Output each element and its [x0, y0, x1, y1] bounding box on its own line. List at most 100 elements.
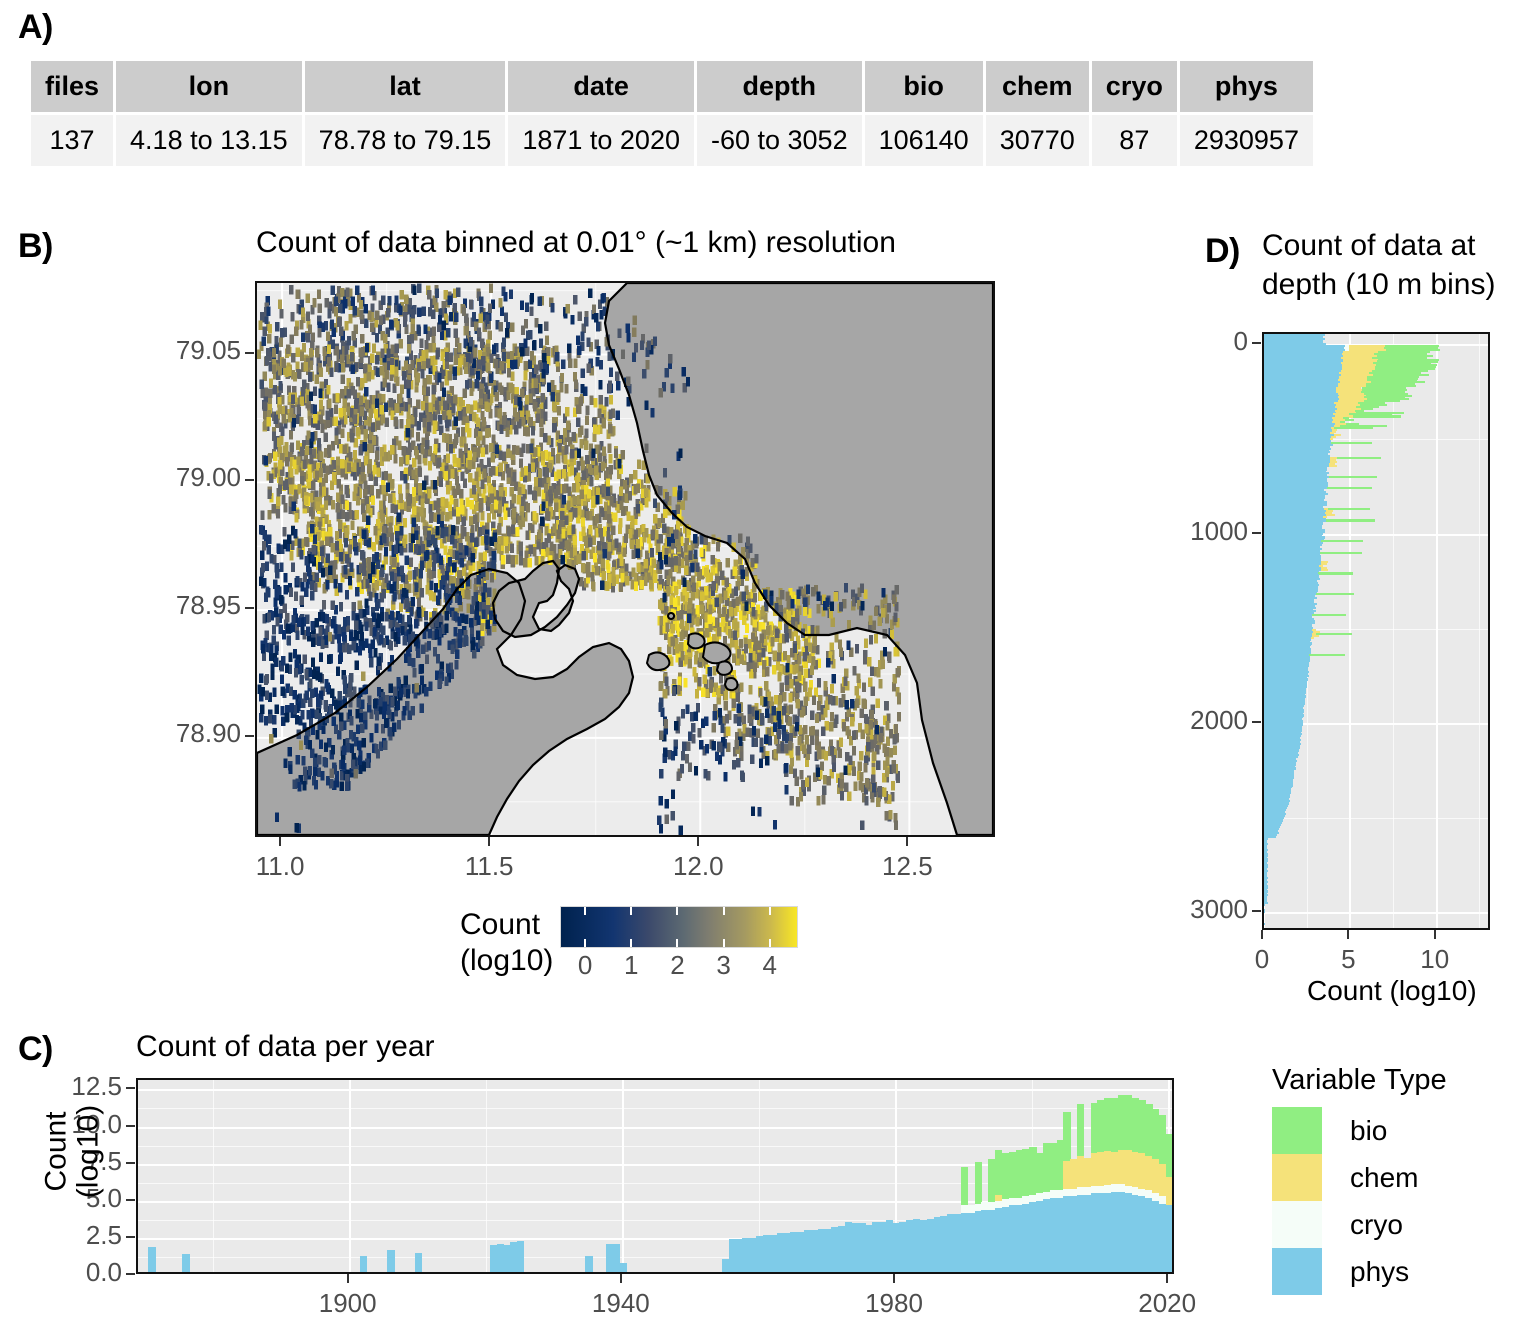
year-ytick	[126, 1124, 135, 1127]
legend-item-chem[interactable]: chem	[1272, 1154, 1447, 1201]
table-header-lon: lon	[116, 61, 302, 112]
year-xtick	[1166, 1274, 1169, 1283]
depth-plot-area	[1262, 332, 1490, 930]
panel-label-d: D)	[1205, 232, 1240, 270]
depth-grid-h	[1264, 912, 1488, 915]
depth-bar-bio	[1321, 540, 1363, 543]
year-bar-chem	[1165, 1176, 1172, 1206]
map-xtick-label-0: 11.0	[255, 851, 305, 881]
depth-ytick-label-2: 2000	[1190, 704, 1248, 735]
year-grid-v	[348, 1080, 351, 1272]
legend-swatch-cryo	[1272, 1201, 1322, 1248]
depth-bar-bio	[1325, 519, 1375, 522]
map-ytick	[245, 734, 254, 737]
depth-bar-bio	[1330, 441, 1372, 444]
map-title: Count of data binned at 0.01° (~1 km) re…	[256, 226, 896, 259]
year-bar-bio	[974, 1162, 982, 1204]
map-ytick-label-2: 79.00	[175, 462, 241, 493]
map-ytick	[245, 479, 254, 482]
depth-xtick	[1347, 930, 1350, 939]
table-cell-lon: 4.18 to 13.15	[116, 115, 302, 166]
colorbar-tick	[676, 939, 679, 947]
colorbar-tick	[722, 939, 725, 947]
depth-grid-v-minor	[1479, 334, 1481, 928]
depth-bar-bio	[1352, 415, 1401, 418]
colorbar-tick	[722, 907, 725, 915]
year-bar-phys	[585, 1255, 593, 1272]
year-bar-bio	[960, 1166, 969, 1206]
depth-bar-bio	[1317, 572, 1353, 575]
depth-bar-bio	[1328, 475, 1377, 479]
legend-item-phys[interactable]: phys	[1272, 1248, 1447, 1295]
depth-bar-bio	[1328, 508, 1371, 511]
depth-title-line2: depth (10 m bins)	[1262, 268, 1496, 301]
legend-swatch-bio	[1272, 1107, 1322, 1154]
table-cell-lat: 78.78 to 79.15	[304, 115, 506, 166]
depth-xtick-label-2: 10	[1420, 944, 1450, 974]
year-bar-phys	[517, 1240, 525, 1272]
colorbar-tick	[676, 907, 679, 915]
year-title: Count of data per year	[136, 1030, 435, 1063]
legend-label-phys: phys	[1350, 1255, 1410, 1287]
year-bar-bio	[1077, 1104, 1085, 1157]
map-xtick-label-2: 12.0	[672, 851, 724, 881]
colorbar-tick	[630, 907, 633, 915]
year-grid-v	[621, 1080, 624, 1272]
map-xtick-label-3: 12.5	[882, 851, 933, 881]
table-header-row: files lon lat date depth bio chem cryo phys	[31, 61, 1313, 112]
depth-ytick	[1252, 910, 1261, 913]
legend-swatch-phys	[1272, 1248, 1322, 1295]
colorbar-tick	[630, 939, 633, 947]
year-ytick	[126, 1087, 135, 1090]
legend-label-cryo: cryo	[1350, 1208, 1403, 1240]
year-grid-h	[138, 1126, 1172, 1129]
depth-bar-bio	[1316, 593, 1355, 596]
year-ytick-label-0: 0.0	[85, 1257, 122, 1287]
colorbar-tick	[768, 907, 771, 915]
colorbar-label-0: 0	[577, 950, 593, 980]
map-ytick-label-3: 79.05	[175, 334, 241, 365]
legend-items: bio chem cryo phys	[1272, 1107, 1447, 1295]
year-bar-phys	[359, 1255, 368, 1272]
depth-bar-bio	[1326, 487, 1372, 490]
colorbar-title-line2: (log10)	[460, 944, 554, 977]
depth-xaxis-title: Count (log10)	[1307, 975, 1477, 1006]
depth-bar-bio	[1345, 419, 1355, 422]
table-header-lat: lat	[304, 61, 506, 112]
depth-bar-chem	[1329, 464, 1337, 467]
year-ytick	[126, 1161, 135, 1164]
map-xtick	[906, 837, 909, 846]
map-xtick	[697, 837, 700, 846]
colorbar-tick	[768, 939, 771, 947]
depth-bar-phys	[1264, 901, 1268, 904]
colorbar-label-4: 4	[762, 950, 777, 980]
year-bar-phys	[148, 1246, 156, 1272]
colorbar-label-1: 1	[624, 950, 639, 980]
summary-table: files lon lat date depth bio chem cryo phys 137 4…	[28, 58, 1316, 169]
map-svg	[257, 283, 993, 835]
depth-title-line1: Count of data at	[1262, 229, 1476, 262]
year-bar-phys	[387, 1249, 395, 1272]
table-header-chem: chem	[985, 61, 1089, 112]
year-yaxis-title-line1: Count	[39, 1111, 73, 1192]
year-grid-v-minor	[212, 1080, 214, 1272]
depth-bar-bio	[1315, 633, 1352, 636]
depth-bar-bio	[1337, 457, 1381, 460]
map-xtick-label-1: 11.5	[464, 851, 514, 881]
year-yaxis-title: Count (log10)	[39, 1072, 105, 1232]
map-ytick-label-0: 78.90	[175, 717, 241, 748]
colorbar-title-line1: Count	[460, 908, 541, 941]
depth-bar-chem	[1326, 513, 1335, 516]
year-bar-phys	[1165, 1205, 1172, 1272]
table-header-date: date	[508, 61, 694, 112]
table-header-depth: depth	[696, 61, 862, 112]
colorbar-label-2: 2	[670, 950, 685, 980]
table-cell-files: 137	[31, 115, 114, 166]
table-cell-depth: -60 to 3052	[696, 115, 862, 166]
legend-label-bio: bio	[1350, 1114, 1388, 1146]
legend-item-cryo[interactable]: cryo	[1272, 1201, 1447, 1248]
map-plot-area	[255, 281, 995, 837]
depth-ytick	[1252, 720, 1261, 723]
colorbar-gradient	[560, 906, 798, 948]
legend-item-bio[interactable]: bio	[1272, 1107, 1447, 1154]
